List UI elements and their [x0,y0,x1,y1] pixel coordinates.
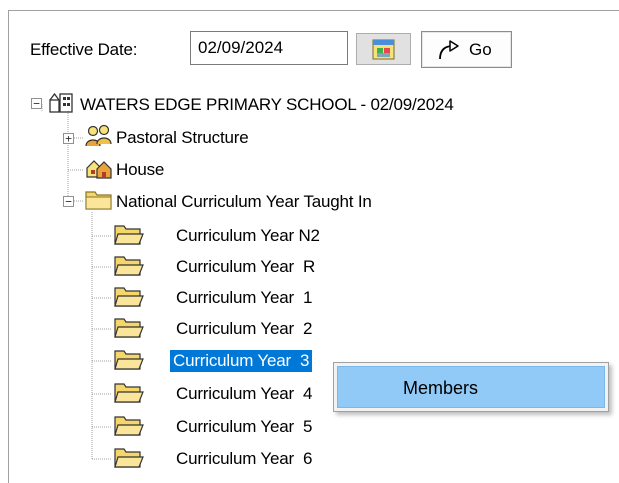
school-icon [49,92,73,113]
tree-node-year-6[interactable]: Curriculum Year 6 [173,444,315,474]
tree-node-year-4[interactable]: Curriculum Year 4 [173,379,315,409]
tree-root-school[interactable]: WATERS EDGE PRIMARY SCHOOL - 02/09/2024 [77,90,457,120]
tree-node-label: Pastoral Structure [116,128,249,147]
context-menu-item-members[interactable]: Members [337,366,605,408]
root-collapse-toggle[interactable]: − [31,98,42,109]
group-icon [85,124,112,147]
folder-icon [85,191,112,210]
tree-node-pastoral-structure[interactable]: Pastoral Structure [113,123,251,153]
context-menu-item-label: Members [403,378,479,398]
tree-node-label: National Curriculum Year Taught In [116,192,372,211]
open-folder-icon [114,225,144,245]
tree-node-year-3[interactable]: Curriculum Year 3 [170,346,313,376]
open-folder-icon [114,256,144,276]
house-group-icon [86,160,112,179]
open-folder-icon [114,416,144,436]
tree-node-year-1[interactable]: Curriculum Year 1 [173,283,315,313]
tree-node-national-curriculum[interactable]: National Curriculum Year Taught In [113,187,375,217]
tree-node-year-r[interactable]: Curriculum Year R [173,252,318,282]
tree-node-label: Curriculum Year R [176,257,316,276]
open-folder-icon [114,383,144,403]
tree-node-year-2[interactable]: Curriculum Year 2 [173,314,315,344]
national-curriculum-collapse-toggle[interactable]: − [63,196,74,207]
tree-root-label: WATERS EDGE PRIMARY SCHOOL - 02/09/2024 [80,95,454,114]
tree-node-house[interactable]: House [113,155,167,185]
tree-node-year-n2[interactable]: Curriculum Year N2 [173,221,323,251]
tree-node-label: Curriculum Year 6 [176,449,313,468]
tree-node-year-5[interactable]: Curriculum Year 5 [173,412,315,442]
tree-node-label: Curriculum Year 5 [176,417,313,436]
tree-node-label-selected: Curriculum Year 3 [170,350,313,372]
tree-node-label: Curriculum Year N2 [176,226,320,245]
open-folder-icon [114,350,144,370]
open-folder-icon [114,318,144,338]
pastoral-expand-toggle[interactable]: + [63,133,74,144]
open-folder-icon [114,448,144,468]
tree-node-label: Curriculum Year 2 [176,319,313,338]
tree-node-label: House [116,160,165,179]
tree-node-label: Curriculum Year 1 [176,288,313,307]
tree-node-label: Curriculum Year 4 [176,384,313,403]
context-menu: Members [333,362,609,412]
open-folder-icon [114,287,144,307]
